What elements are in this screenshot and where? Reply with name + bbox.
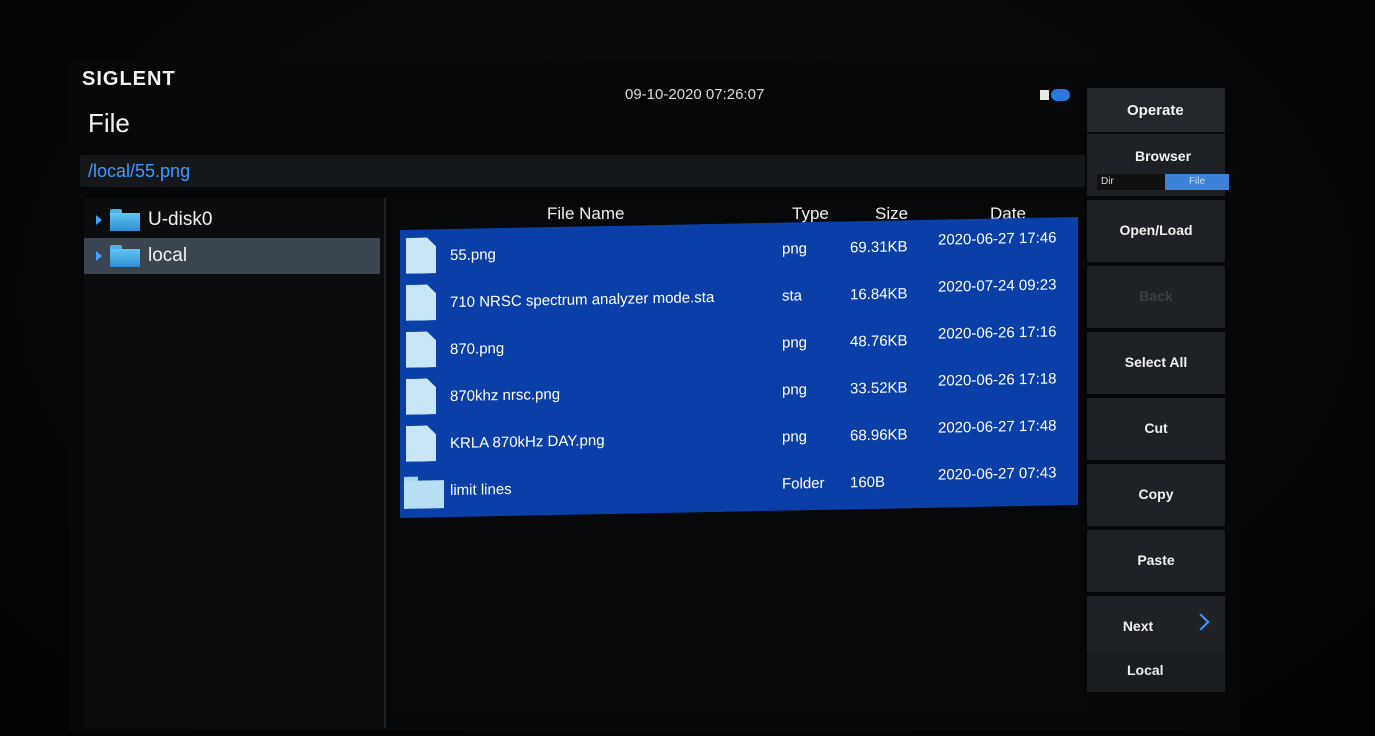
softkey-menu: Operate Browser Dir File Open/Load Back … <box>1087 88 1229 692</box>
folder-icon <box>110 209 140 231</box>
browser-toggle-key[interactable]: Browser Dir File <box>1087 134 1229 196</box>
selected-rows: 55.png png 69.31KB 2020-06-27 17:46 710 … <box>400 216 1078 518</box>
file-date: 2020-06-26 17:16 <box>938 323 1057 343</box>
browser-toggle[interactable]: Dir File <box>1097 174 1231 192</box>
file-size: 69.31KB <box>850 238 908 257</box>
browser-label: Browser <box>1135 148 1192 164</box>
softkey-label: Back <box>1139 288 1173 304</box>
file-name: 710 NRSC spectrum analyzer mode.sta <box>450 288 715 312</box>
file-type: sta <box>782 287 803 305</box>
softkey-label: Next <box>1122 618 1154 634</box>
menu-title: Operate <box>1087 88 1225 132</box>
usb-icon <box>1040 88 1070 102</box>
file-date: 2020-07-24 09:23 <box>938 276 1057 296</box>
file-icon <box>406 425 436 462</box>
file-type: png <box>782 334 808 352</box>
file-icon <box>406 237 436 274</box>
column-header-name[interactable]: File Name <box>547 204 624 224</box>
file-name: 870.png <box>450 339 505 359</box>
file-name: KRLA 870kHz DAY.png <box>450 432 605 453</box>
softkey-label: Local <box>1127 662 1164 678</box>
cut-button[interactable]: Cut <box>1087 398 1225 460</box>
select-all-button[interactable]: Select All <box>1087 332 1225 394</box>
folder-icon <box>110 245 140 267</box>
menu-title-label: Operate <box>1127 102 1184 119</box>
path-bar: /local/55.png <box>80 155 1085 187</box>
datetime-readout: 09-10-2020 07:26:07 <box>625 86 765 103</box>
file-icon <box>406 378 436 415</box>
tree-item-label: U-disk0 <box>148 209 213 230</box>
file-icon <box>406 284 436 321</box>
file-type: png <box>782 381 808 399</box>
current-path: /local/55.png <box>88 161 191 181</box>
softkey-label: Select All <box>1124 354 1188 370</box>
toggle-option-file[interactable]: File <box>1165 174 1229 190</box>
tree-item-label: local <box>148 245 188 266</box>
file-type: png <box>782 428 808 446</box>
tree-item-u-disk0[interactable]: U-disk0 <box>84 202 380 238</box>
back-button[interactable]: Back <box>1087 266 1225 328</box>
file-icon <box>406 331 436 368</box>
folder-icon <box>404 476 444 509</box>
page-title: File <box>88 108 130 138</box>
tree-item-local[interactable]: local <box>84 238 380 274</box>
file-list: File Name Type Size Date 55.png png 69.3… <box>392 198 1084 713</box>
softkey-label: Cut <box>1144 420 1168 436</box>
brand-logo: SIGLENT <box>82 68 176 90</box>
open-load-button[interactable]: Open/Load <box>1087 200 1225 262</box>
expand-arrow-icon[interactable] <box>96 215 102 225</box>
file-name: 55.png <box>450 246 496 265</box>
file-date: 2020-06-27 17:48 <box>938 417 1057 437</box>
next-button[interactable]: Next <box>1087 596 1225 658</box>
paste-button[interactable]: Paste <box>1087 530 1225 592</box>
file-date: 2020-06-27 07:43 <box>938 464 1057 484</box>
file-size: 68.96KB <box>850 426 908 445</box>
file-size: 48.76KB <box>850 332 908 351</box>
file-size: 33.52KB <box>850 379 908 398</box>
file-size: 160B <box>850 473 886 492</box>
copy-button[interactable]: Copy <box>1087 464 1225 526</box>
file-name: 870khz nrsc.png <box>450 385 561 406</box>
softkey-label: Paste <box>1137 552 1175 568</box>
file-date: 2020-06-27 17:46 <box>938 229 1057 249</box>
softkey-label: Open/Load <box>1119 222 1193 238</box>
file-size: 16.84KB <box>850 285 908 304</box>
file-type: png <box>782 240 808 258</box>
file-name: limit lines <box>450 480 512 500</box>
local-button[interactable]: Local <box>1087 652 1225 692</box>
file-type: Folder <box>782 474 825 493</box>
toggle-option-dir[interactable]: Dir <box>1097 174 1167 190</box>
softkey-label: Copy <box>1138 486 1174 502</box>
expand-arrow-icon[interactable] <box>96 251 102 261</box>
directory-tree: U-disk0 local <box>84 198 386 728</box>
file-date: 2020-06-26 17:18 <box>938 370 1057 390</box>
